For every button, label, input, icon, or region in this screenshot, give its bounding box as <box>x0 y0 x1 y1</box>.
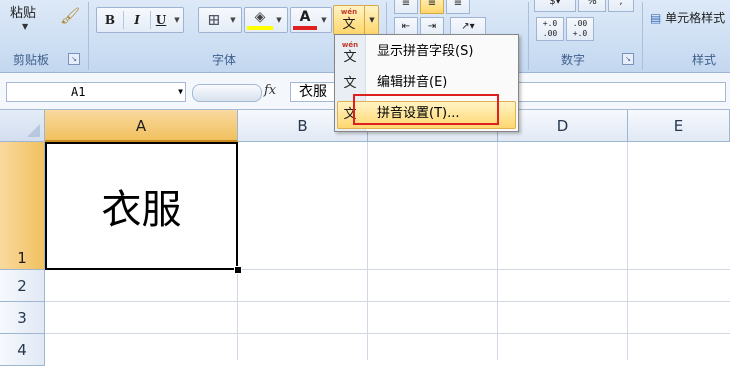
select-all-icon <box>27 124 40 137</box>
column-header-a[interactable]: A <box>45 110 238 142</box>
fill-bucket-icon: ◈ <box>247 8 273 30</box>
annotation-highlight-box <box>353 94 499 125</box>
comma-button[interactable]: , <box>608 0 634 12</box>
paste-button[interactable]: 粘贴 <box>10 2 36 21</box>
border-button[interactable]: ⊞ ▼ <box>198 7 242 33</box>
row-header-3[interactable]: 3 <box>0 302 45 334</box>
fill-handle[interactable] <box>234 266 242 274</box>
bold-button[interactable]: B <box>97 8 123 32</box>
fill-color-button[interactable]: ◈ ▼ <box>244 7 288 33</box>
name-box-dropdown-icon[interactable]: ▼ <box>178 83 183 101</box>
cell-a1[interactable]: 衣服 <box>45 142 238 270</box>
increase-decimal-button[interactable]: +.0 .00 <box>536 17 564 41</box>
name-box[interactable]: A1 ▼ <box>6 82 186 102</box>
accounting-format-button[interactable]: $▾ <box>534 0 576 12</box>
menu-item-show-phonetic[interactable]: wén 文 显示拼音字段(S) <box>335 38 518 66</box>
align-top-button[interactable]: ≡ <box>394 0 418 14</box>
styles-group-label: 样式 <box>692 53 717 67</box>
underline-button[interactable]: U <box>151 8 171 32</box>
phonetic-icon[interactable]: wén 文 <box>334 6 364 34</box>
fill-dropdown-icon[interactable]: ▼ <box>273 8 285 32</box>
menu-item-label: 编辑拼音(E) <box>377 75 448 90</box>
percent-button[interactable]: % <box>578 0 606 12</box>
font-color-dropdown-icon[interactable]: ▼ <box>318 8 330 32</box>
decrease-decimal-button[interactable]: .00 +.0 <box>566 17 594 41</box>
italic-button[interactable]: I <box>124 8 150 32</box>
menu-item-edit-phonetic[interactable]: 文 编辑拼音(E) <box>335 69 518 97</box>
edit-phonetic-icon: 文 <box>343 76 357 91</box>
phonetic-button[interactable]: wén 文 ▼ <box>333 5 379 35</box>
paste-dropdown-icon[interactable]: ▼ <box>22 22 28 31</box>
column-header-e[interactable]: E <box>628 110 730 142</box>
group-separator <box>88 2 89 70</box>
align-bottom-button[interactable]: ≡ <box>446 0 470 14</box>
cell-styles-button[interactable]: ▤ 单元格样式 <box>650 7 728 29</box>
gridline <box>367 142 368 360</box>
format-painter-icon[interactable]: 🖌 <box>60 6 80 25</box>
row-header-2[interactable]: 2 <box>0 270 45 302</box>
underline-dropdown-icon[interactable]: ▼ <box>171 8 183 32</box>
border-dropdown-icon[interactable]: ▼ <box>227 8 239 32</box>
worksheet-grid[interactable]: A B C D E 1 2 3 4 衣服 <box>0 110 730 366</box>
font-color-button[interactable]: A ▼ <box>290 7 332 33</box>
number-group-label: 数字 <box>560 53 585 67</box>
border-icon: ⊞ <box>207 10 221 29</box>
row-header-1[interactable]: 1 <box>0 142 45 270</box>
show-phonetic-icon: wén 文 <box>341 41 359 65</box>
clipboard-launcher-icon[interactable]: ↘ <box>68 53 80 65</box>
insert-function-icon[interactable]: fx <box>264 83 276 98</box>
align-middle-button[interactable]: ≡ <box>420 0 444 14</box>
gridline <box>497 142 498 360</box>
number-launcher-icon[interactable]: ↘ <box>622 53 634 65</box>
formula-bar-splitter[interactable] <box>192 84 262 102</box>
row-header-4[interactable]: 4 <box>0 334 45 366</box>
font-style-buttons: B I U ▼ <box>96 7 184 33</box>
font-color-icon: A <box>293 8 317 30</box>
menu-item-label: 显示拼音字段(S) <box>377 44 474 59</box>
group-separator <box>528 2 529 70</box>
font-group-label: 字体 <box>211 53 236 67</box>
clipboard-group-label: 剪贴板 <box>12 53 49 67</box>
group-separator <box>642 2 643 70</box>
select-all-button[interactable] <box>0 110 45 142</box>
cell-styles-icon: ▤ <box>650 11 666 25</box>
gridline <box>627 142 628 360</box>
phonetic-dropdown-icon[interactable]: ▼ <box>364 6 379 34</box>
